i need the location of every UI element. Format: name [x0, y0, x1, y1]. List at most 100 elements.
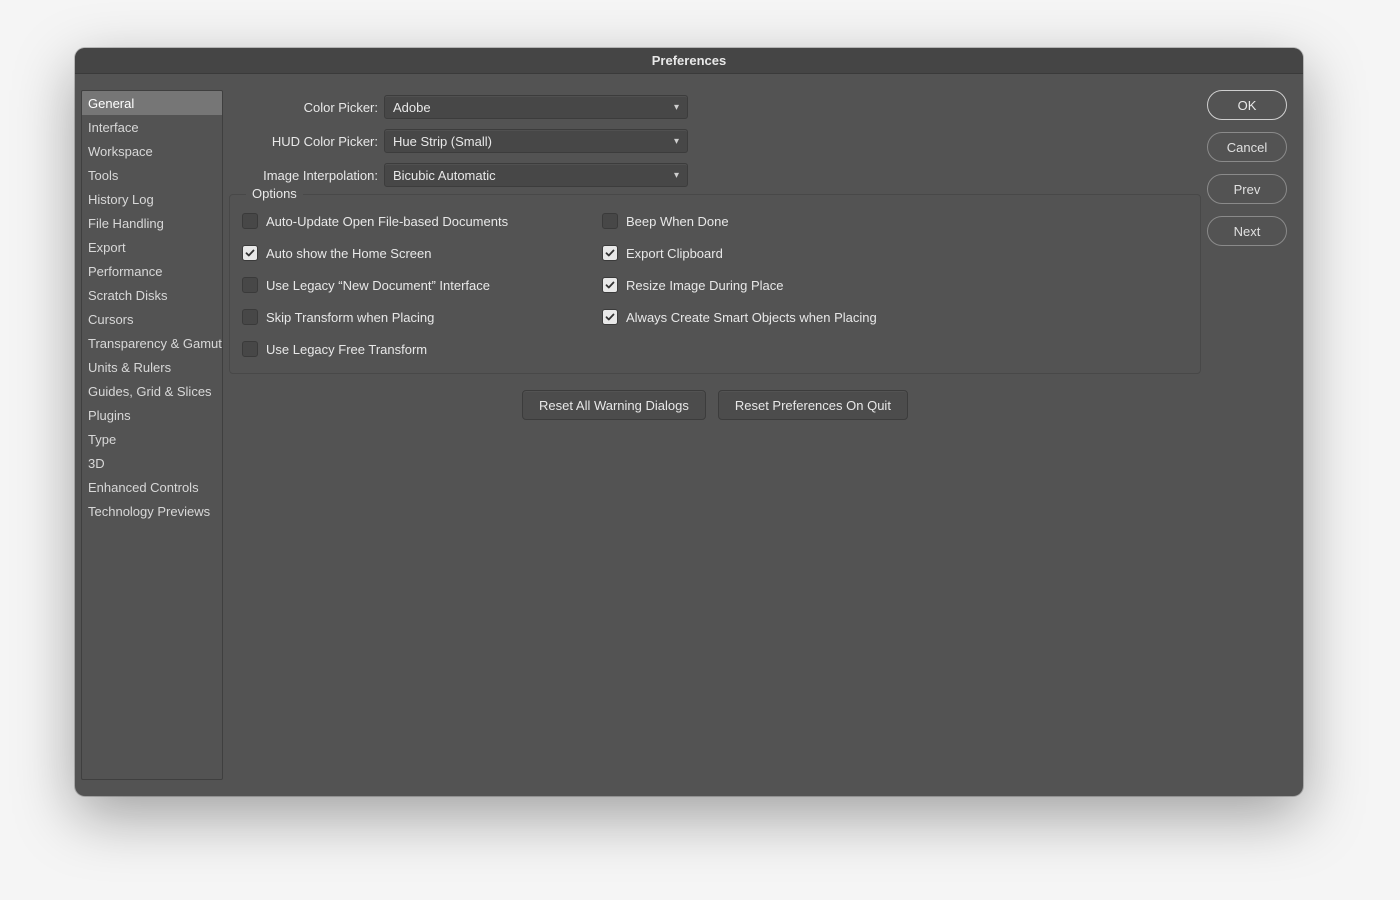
select-hud-color-picker[interactable]: Hue Strip (Small) ▾	[384, 129, 688, 153]
label-hud-color-picker: HUD Color Picker:	[229, 134, 384, 149]
checkbox[interactable]	[602, 309, 618, 325]
row-color-picker: Color Picker: Adobe ▾	[229, 90, 1201, 124]
option-label: Resize Image During Place	[626, 278, 784, 293]
option-label: Use Legacy Free Transform	[266, 342, 427, 357]
select-interpolation-value: Bicubic Automatic	[393, 168, 496, 183]
checkbox[interactable]	[242, 309, 258, 325]
sidebar-item-label: Cursors	[88, 312, 134, 327]
bottom-buttons: Reset All Warning Dialogs Reset Preferen…	[229, 390, 1201, 420]
dropdown-rows: Color Picker: Adobe ▾ HUD Color Picker: …	[229, 90, 1201, 192]
sidebar-item-label: Scratch Disks	[88, 288, 167, 303]
sidebar-item-label: Plugins	[88, 408, 131, 423]
sidebar-item-label: 3D	[88, 456, 105, 471]
check-icon	[605, 312, 615, 322]
select-color-picker[interactable]: Adobe ▾	[384, 95, 688, 119]
main-panel: Color Picker: Adobe ▾ HUD Color Picker: …	[229, 90, 1201, 780]
sidebar-item[interactable]: Performance	[82, 259, 222, 283]
checkbox[interactable]	[602, 277, 618, 293]
options-fieldset: Options Auto-Update Open File-based Docu…	[229, 194, 1201, 374]
sidebar-item-label: Units & Rulers	[88, 360, 171, 375]
option-row: Skip Transform when Placing	[242, 301, 572, 333]
sidebar-item-label: Type	[88, 432, 116, 447]
option-label: Beep When Done	[626, 214, 729, 229]
ok-button[interactable]: OK	[1207, 90, 1287, 120]
sidebar-item[interactable]: Guides, Grid & Slices	[82, 379, 222, 403]
checkbox[interactable]	[602, 245, 618, 261]
window-title: Preferences	[75, 48, 1303, 74]
option-row: Use Legacy “New Document” Interface	[242, 269, 572, 301]
chevron-down-icon: ▾	[674, 170, 679, 181]
sidebar: General Interface Workspace Tools History Lo…	[81, 90, 223, 780]
sidebar-item[interactable]: Export	[82, 235, 222, 259]
select-image-interpolation[interactable]: Bicubic Automatic ▾	[384, 163, 688, 187]
next-button[interactable]: Next	[1207, 216, 1287, 246]
checkbox[interactable]	[242, 277, 258, 293]
sidebar-item-label: File Handling	[88, 216, 164, 231]
sidebar-item[interactable]: File Handling	[82, 211, 222, 235]
sidebar-item[interactable]: 3D	[82, 451, 222, 475]
check-icon	[605, 248, 615, 258]
sidebar-item[interactable]: Scratch Disks	[82, 283, 222, 307]
reset-warning-dialogs-button[interactable]: Reset All Warning Dialogs	[522, 390, 706, 420]
label-color-picker: Color Picker:	[229, 100, 384, 115]
row-image-interpolation: Image Interpolation: Bicubic Automatic ▾	[229, 158, 1201, 192]
sidebar-item[interactable]: Tools	[82, 163, 222, 187]
sidebar-item[interactable]: Workspace	[82, 139, 222, 163]
cancel-button[interactable]: Cancel	[1207, 132, 1287, 162]
sidebar-item-label: Interface	[88, 120, 139, 135]
check-icon	[245, 248, 255, 258]
sidebar-item[interactable]: Enhanced Controls	[82, 475, 222, 499]
sidebar-item[interactable]: Plugins	[82, 403, 222, 427]
chevron-down-icon: ▾	[674, 136, 679, 147]
sidebar-item-label: Performance	[88, 264, 162, 279]
sidebar-item[interactable]: General	[82, 91, 222, 115]
option-row: Resize Image During Place	[602, 269, 877, 301]
sidebar-item[interactable]: Interface	[82, 115, 222, 139]
option-row: Use Legacy Free Transform	[242, 333, 572, 365]
sidebar-item-label: Tools	[88, 168, 118, 183]
select-hud-value: Hue Strip (Small)	[393, 134, 492, 149]
select-color-picker-value: Adobe	[393, 100, 431, 115]
option-label: Use Legacy “New Document” Interface	[266, 278, 490, 293]
sidebar-item-label: Transparency & Gamut	[88, 336, 222, 351]
option-row: Always Create Smart Objects when Placing	[602, 301, 877, 333]
sidebar-item-label: Export	[88, 240, 126, 255]
preferences-window: Preferences General Interface Workspace Too…	[75, 48, 1303, 796]
options-legend: Options	[246, 186, 303, 201]
option-label: Auto-Update Open File-based Documents	[266, 214, 508, 229]
sidebar-item-label: Workspace	[88, 144, 153, 159]
chevron-down-icon: ▾	[674, 102, 679, 113]
sidebar-item[interactable]: History Log	[82, 187, 222, 211]
sidebar-item[interactable]: Cursors	[82, 307, 222, 331]
checkbox[interactable]	[242, 341, 258, 357]
sidebar-item-label: General	[88, 96, 134, 111]
sidebar-item[interactable]: Transparency & Gamut	[82, 331, 222, 355]
action-buttons: OK Cancel Prev Next	[1207, 90, 1287, 780]
options-columns: Auto-Update Open File-based Documents Aut…	[242, 205, 1188, 365]
checkbox[interactable]	[242, 213, 258, 229]
sidebar-item-label: Enhanced Controls	[88, 480, 199, 495]
checkbox[interactable]	[602, 213, 618, 229]
sidebar-item-label: Guides, Grid & Slices	[88, 384, 212, 399]
sidebar-item[interactable]: Units & Rulers	[82, 355, 222, 379]
option-row: Auto-Update Open File-based Documents	[242, 205, 572, 237]
option-label: Always Create Smart Objects when Placing	[626, 310, 877, 325]
option-label: Export Clipboard	[626, 246, 723, 261]
option-label: Skip Transform when Placing	[266, 310, 434, 325]
option-row: Auto show the Home Screen	[242, 237, 572, 269]
sidebar-item[interactable]: Type	[82, 427, 222, 451]
checkbox[interactable]	[242, 245, 258, 261]
option-label: Auto show the Home Screen	[266, 246, 431, 261]
check-icon	[605, 280, 615, 290]
prev-button[interactable]: Prev	[1207, 174, 1287, 204]
row-hud-color-picker: HUD Color Picker: Hue Strip (Small) ▾	[229, 124, 1201, 158]
options-column-left: Auto-Update Open File-based Documents Aut…	[242, 205, 572, 365]
sidebar-item[interactable]: Technology Previews	[82, 499, 222, 523]
window-body: General Interface Workspace Tools History Lo…	[75, 74, 1303, 796]
reset-preferences-on-quit-button[interactable]: Reset Preferences On Quit	[718, 390, 908, 420]
sidebar-item-label: History Log	[88, 192, 154, 207]
option-row: Export Clipboard	[602, 237, 877, 269]
label-image-interpolation: Image Interpolation:	[229, 168, 384, 183]
sidebar-item-label: Technology Previews	[88, 504, 210, 519]
options-column-right: Beep When Done Export Clipboard Resize Ima…	[602, 205, 877, 365]
